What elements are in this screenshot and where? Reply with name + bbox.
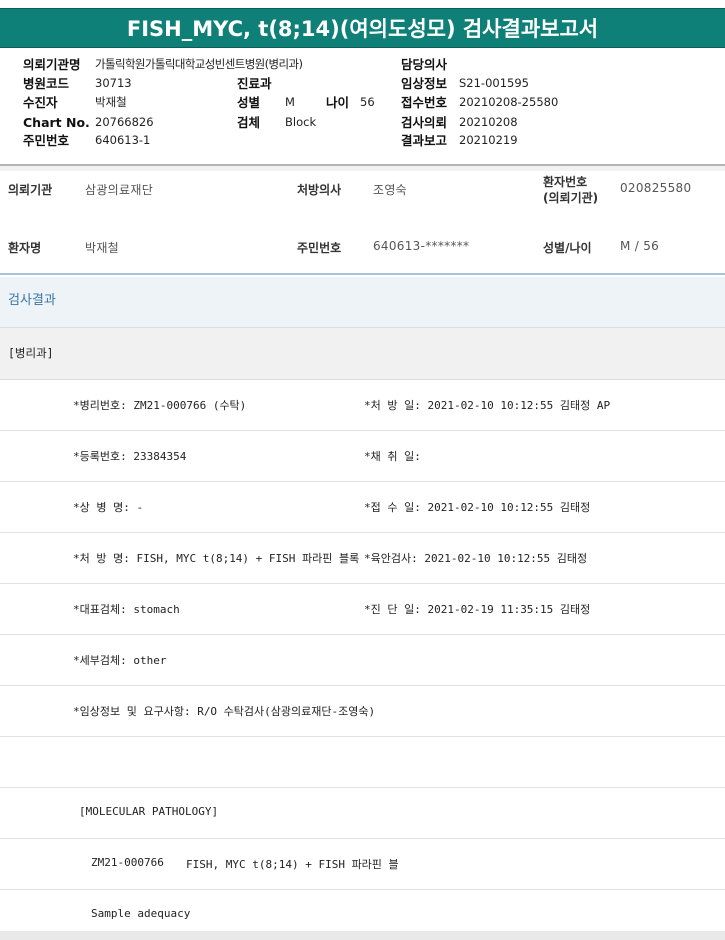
clinical-info-value: S21-001595 [459,76,529,90]
molecular-heading-row: [MOLECULAR PATHOLOGY] [0,788,725,839]
receipt-no-label: 접수번호 [401,95,448,110]
sex-value: M [285,95,295,109]
sex-label: 성별 [237,95,261,110]
result-row: *병리번호: ZM21-000766 (수탁) *처 방 일: 2021-02-… [0,380,725,431]
resident-no-label: 주민번호 [23,133,70,148]
result-row: *임상정보 및 요구사항: R/O 수탁검사(삼광의료재단-조영숙) [0,686,725,737]
result-left: *대표검체: stomach [73,603,180,616]
molecular-id: ZM21-000766 [91,856,164,869]
info-patient-name-value: 박재철 [85,241,120,255]
bottom-gap [0,931,725,940]
report-header: 의뢰기관명 가톨릭학원가톨릭대학교성빈센트병원(병리과) 담당의사 병원코드 3… [0,48,725,166]
result-right: *채 취 일: [364,450,421,463]
info-org-value: 삼광의료재단 [85,183,154,197]
specimen-value: Block [285,115,317,129]
result-left: *등록번호: 23384354 [73,450,187,463]
resident-no-value: 640613-1 [95,133,151,147]
result-right: *진 단 일: 2021-02-19 11:35:15 김태정 [364,603,591,616]
test-request-value: 20210208 [459,115,518,129]
info-sex-age-value: M / 56 [620,239,660,253]
info-prescriber-value: 조영숙 [373,183,408,197]
department-row: [병리과] [0,328,725,380]
header-row-5: 주민번호 640613-1 결과보고 20210219 [0,131,725,150]
header-row-1: 의뢰기관명 가톨릭학원가톨릭대학교성빈센트병원(병리과) 담당의사 [0,55,725,74]
result-left: *처 방 명: FISH, MYC t(8;14) + FISH 파라핀 블록 [73,552,360,565]
info-prescriber-label: 처방의사 [297,183,342,197]
age-label: 나이 [326,95,350,110]
info-org-label: 의뢰기관 [8,183,53,197]
result-row: *대표검체: stomach *진 단 일: 2021-02-19 11:35:… [0,584,725,635]
result-right: *육안검사: 2021-02-10 10:12:55 김태정 [364,552,588,565]
header-row-2: 병원코드 30713 진료과 임상정보 S21-001595 [0,74,725,93]
test-request-label: 검사의뢰 [401,115,448,130]
collector-label: 수진자 [23,95,58,110]
molecular-test-row: ZM21-000766 FISH, MYC t(8;14) + FISH 파라핀… [0,839,725,890]
chart-no-value: 20766826 [95,115,154,129]
hospital-code-label: 병원코드 [23,76,70,91]
molecular-test: FISH, MYC t(8;14) + FISH 파라핀 블 [186,858,399,871]
info-resident-no-value: 640613-******* [373,239,470,253]
result-right: *접 수 일: 2021-02-10 10:12:55 김태정 [364,501,591,514]
info-patient-no-label: 환자번호 [543,175,588,189]
age-value: 56 [360,95,375,109]
clinical-info-label: 임상정보 [401,76,448,91]
result-row: *등록번호: 23384354 *채 취 일: [0,431,725,482]
result-row: *처 방 명: FISH, MYC t(8;14) + FISH 파라핀 블록 … [0,533,725,584]
report-title: FISH_MYC, t(8;14)(여의도성모) 검사결과보고서 [0,8,725,48]
result-left: *상 병 명: - [73,501,144,514]
header-row-4: Chart No. 20766826 검체 Block 검사의뢰 2021020… [0,113,725,132]
sample-adequacy: Sample adequacy [91,907,191,920]
result-rows: *병리번호: ZM21-000766 (수탁) *처 방 일: 2021-02-… [0,380,725,940]
receipt-no-value: 20210208-25580 [459,95,559,109]
section-title-results: 검사결과 [0,277,725,328]
header-row-3: 수진자 박재철 성별 M 나이 56 접수번호 20210208-25580 [0,93,725,112]
request-org-label: 의뢰기관명 [23,57,81,72]
hospital-code-value: 30713 [95,76,132,90]
result-left: *세부검체: other [73,654,167,667]
info-patient-no-sublabel: (의뢰기관) [543,191,599,205]
result-report-value: 20210219 [459,133,518,147]
specimen-label: 검체 [237,115,261,130]
info-patient-name-label: 환자명 [8,241,42,255]
doctor-label: 담당의사 [401,57,448,72]
dept-label: 진료과 [237,76,272,91]
result-left: *임상정보 및 요구사항: R/O 수탁검사(삼광의료재단-조영숙) [73,705,376,718]
result-left: *병리번호: ZM21-000766 (수탁) [73,399,247,412]
info-patient-no-value: 020825580 [620,181,692,195]
result-right: *처 방 일: 2021-02-10 10:12:55 김태정 AP [364,399,611,412]
patient-info: 의뢰기관 삼광의료재단 처방의사 조영숙 환자번호 (의뢰기관) 0208255… [0,171,725,275]
info-resident-no-label: 주민번호 [297,241,342,255]
empty-row [0,737,725,788]
chart-no-label: Chart No. [23,115,90,130]
collector-value: 박재철 [95,95,127,109]
result-report-label: 결과보고 [401,133,448,148]
info-sex-age-label: 성별/나이 [543,241,592,255]
result-row: *세부검체: other [0,635,725,686]
molecular-heading: [MOLECULAR PATHOLOGY] [79,805,219,818]
result-row: *상 병 명: - *접 수 일: 2021-02-10 10:12:55 김태… [0,482,725,533]
request-org-value: 가톨릭학원가톨릭대학교성빈센트병원(병리과) [95,57,303,71]
